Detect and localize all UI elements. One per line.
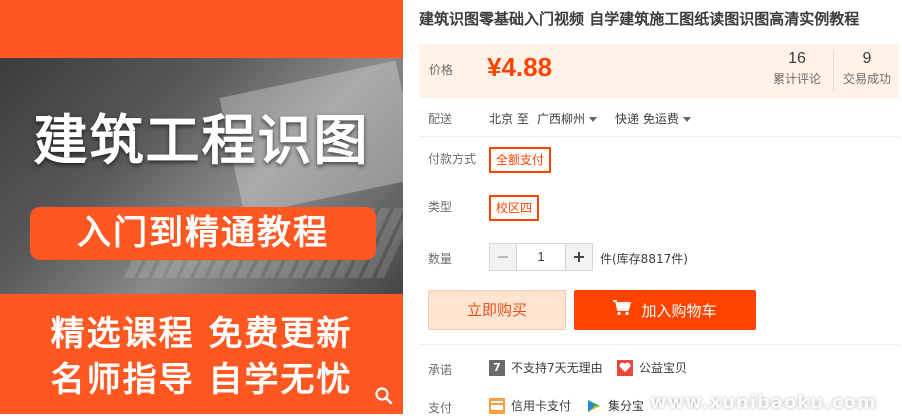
pay-jifenbao[interactable]: 集分宝: [586, 397, 644, 414]
promise-no-return-text: 不支持7天无理由: [511, 361, 603, 375]
reviews-stat[interactable]: 16 累计评论: [764, 50, 830, 87]
plus-icon: [574, 252, 584, 262]
delivery-destination-text: 广西柳州: [537, 112, 586, 126]
add-to-cart-button[interactable]: 加入购物车: [574, 290, 756, 330]
hero-pill: 入门到精通教程: [30, 207, 376, 260]
chevron-down-icon: [682, 117, 691, 122]
reviews-label: 累计评论: [772, 72, 821, 86]
price-panel: 价格 ¥4.88 16 累计评论 9 交易成功: [419, 44, 899, 98]
delivery-label: 配送: [428, 112, 453, 126]
type-option-campus4[interactable]: 校区四: [489, 195, 540, 221]
reviews-count: 16: [788, 50, 806, 67]
quantity-increase-button[interactable]: [566, 244, 592, 270]
cart-icon: [613, 300, 632, 320]
add-to-cart-label: 加入购物车: [641, 301, 717, 320]
type-label: 类型: [428, 200, 453, 214]
pay-credit-card[interactable]: 信用卡支付: [489, 397, 571, 414]
payment-option-full[interactable]: 全额支付: [489, 147, 552, 173]
promise-label: 承诺: [428, 363, 453, 377]
hero-line-1: 精选课程 免费更新: [50, 314, 353, 354]
delivery-destination[interactable]: 广西柳州: [537, 110, 598, 127]
sales-stat[interactable]: 9 交易成功: [833, 50, 900, 92]
promise-no-return[interactable]: 7 不支持7天无理由: [489, 359, 603, 376]
pay-credit-card-text: 信用卡支付: [511, 399, 572, 413]
quantity-decrease-button[interactable]: [490, 244, 516, 270]
quantity-stepper: 1: [489, 243, 593, 271]
delivery-from: 北京 至: [489, 112, 529, 126]
product-title: 建筑识图零基础入门视频 自学建筑施工图纸读图识图高清实例教程: [419, 10, 860, 28]
site-watermark: www.xunibaoku.com: [650, 392, 877, 413]
minus-icon: [498, 256, 508, 258]
sales-count: 9: [862, 50, 872, 67]
chevron-down-icon: [589, 117, 598, 122]
payment-label: 付款方式: [428, 152, 477, 166]
promise-charity-text: 公益宝贝: [639, 361, 688, 375]
heart-icon: [617, 359, 633, 376]
jifenbao-icon: [586, 397, 602, 414]
quantity-label: 数量: [428, 252, 453, 266]
quantity-input[interactable]: 1: [516, 244, 566, 270]
product-main-image[interactable]: 建筑工程识图 入门到精通教程 精选课程 免费更新 名师指导 自学无忧: [0, 0, 403, 414]
hero-line-2: 名师指导 自学无忧: [50, 360, 353, 400]
credit-card-icon: [489, 397, 505, 414]
hero-top-band: [0, 0, 403, 58]
stock-text: 件(库存8817件): [600, 252, 688, 266]
pay-methods-label: 支付: [428, 401, 453, 415]
delivery-method-text: 快递 免运费: [615, 112, 679, 126]
seven-badge-icon: 7: [489, 359, 505, 376]
pay-jifenbao-text: 集分宝: [608, 399, 645, 413]
magnifier-icon[interactable]: [370, 382, 398, 410]
promise-charity[interactable]: 公益宝贝: [617, 359, 687, 376]
divider: [419, 136, 899, 137]
price-value: ¥4.88: [487, 52, 553, 82]
buy-now-button[interactable]: 立即购买: [428, 290, 566, 330]
divider: [419, 344, 899, 345]
hero-headline: 建筑工程识图: [33, 109, 370, 172]
delivery-method[interactable]: 快递 免运费: [615, 110, 691, 127]
sales-label: 交易成功: [842, 72, 891, 86]
price-label: 价格: [429, 63, 454, 77]
